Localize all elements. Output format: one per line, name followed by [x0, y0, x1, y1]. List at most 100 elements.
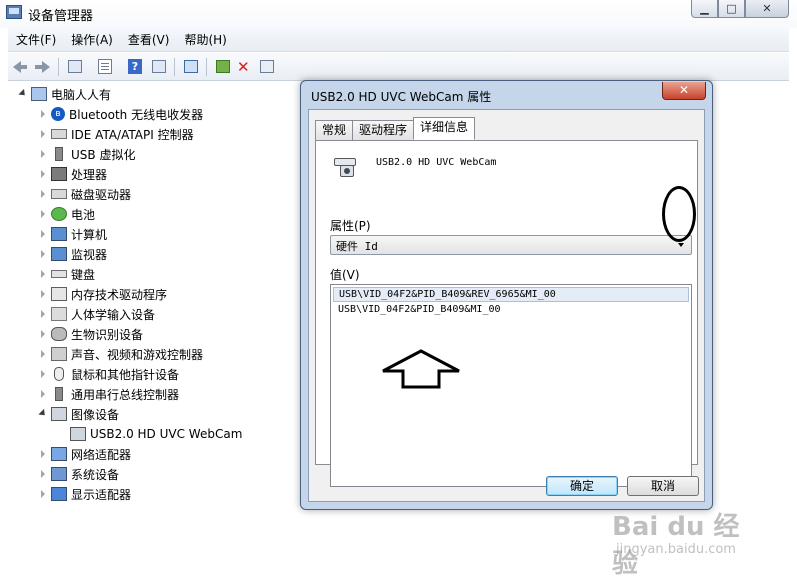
tree-item-label: 生物识别设备 [71, 327, 144, 342]
tree-item-bluetooth[interactable]: ʙ Bluetooth 无线电收发器 [38, 104, 203, 124]
value-label: 值(V) [330, 268, 360, 282]
device-name: USB2.0 HD UVC WebCam [376, 157, 497, 168]
back-arrow-icon[interactable] [12, 58, 30, 75]
tree-item-usb-virtualization[interactable]: USB 虚拟化 [38, 144, 135, 164]
computer-icon [51, 227, 67, 241]
tree-item-keyboard[interactable]: 键盘 [38, 264, 95, 284]
forward-arrow-icon[interactable] [34, 58, 52, 75]
webcam-icon [70, 427, 86, 441]
expand-icon[interactable] [38, 189, 48, 199]
expand-icon[interactable] [18, 89, 28, 99]
tree-item-network-adapter[interactable]: 网络适配器 [38, 444, 131, 464]
tree-item-webcam[interactable]: USB2.0 HD UVC WebCam [70, 424, 242, 444]
tree-item-usb-controller[interactable]: 通用串行总线控制器 [38, 384, 179, 404]
tree-item-monitor[interactable]: 监视器 [38, 244, 107, 264]
tree-item-label: USB 虚拟化 [71, 147, 136, 162]
usb-controller-icon [55, 387, 63, 401]
expand-icon[interactable] [38, 369, 48, 379]
tree-item-memory[interactable]: 内存技术驱动程序 [38, 284, 167, 304]
ok-button[interactable]: 确定 [546, 476, 618, 496]
usb-icon [55, 147, 63, 161]
tree-item-label: 键盘 [71, 267, 96, 282]
tree-item-system-device[interactable]: 系统设备 [38, 464, 119, 484]
menu-action[interactable]: 操作(A) [71, 31, 113, 48]
expand-icon[interactable] [38, 109, 48, 119]
tree-item-ide[interactable]: IDE ATA/ATAPI 控制器 [38, 124, 194, 144]
tree-item-biometric[interactable]: 生物识别设备 [38, 324, 143, 344]
toolbar-separator [206, 58, 207, 76]
menu-help[interactable]: 帮助(H) [184, 31, 226, 48]
tree-item-label: 通用串行总线控制器 [71, 387, 180, 402]
window-title: 设备管理器 [28, 9, 94, 24]
battery-icon [51, 207, 67, 221]
tree-item-display-adapter[interactable]: 显示适配器 [38, 484, 131, 504]
system-device-icon [51, 467, 67, 481]
menu-file[interactable]: 文件(F) [16, 31, 56, 48]
minimize-button[interactable]: ▁ [691, 0, 718, 18]
cancel-button[interactable]: 取消 [627, 476, 699, 496]
expand-icon[interactable] [38, 389, 48, 399]
tree-item-hid[interactable]: 人体学输入设备 [38, 304, 155, 324]
close-button[interactable]: ✕ [745, 0, 789, 18]
tab-details[interactable]: 详细信息 [413, 117, 476, 140]
properties-icon[interactable] [66, 58, 84, 75]
expand-icon[interactable] [38, 309, 48, 319]
tab-driver[interactable]: 驱动程序 [352, 120, 415, 140]
computer-icon [31, 87, 47, 101]
expand-icon[interactable] [38, 169, 48, 179]
value-list[interactable]: USB\VID_04F2&PID_B409&REV_6965&MI_00 USB… [330, 284, 692, 487]
property-dropdown[interactable]: 硬件 Id [330, 235, 692, 255]
expand-icon[interactable] [38, 249, 48, 259]
tree-item-label: Bluetooth 无线电收发器 [69, 107, 204, 122]
memory-icon [51, 287, 67, 301]
collapse-icon[interactable] [38, 409, 48, 419]
scan-hardware-icon[interactable] [182, 58, 200, 75]
menu-view[interactable]: 查看(V) [128, 31, 170, 48]
monitor-icon [51, 247, 67, 261]
dialog-close-button[interactable]: ✕ [662, 82, 706, 100]
tree-item-mouse[interactable]: 鼠标和其他指针设备 [38, 364, 179, 384]
tree-item-label: 处理器 [71, 167, 108, 182]
tab-general[interactable]: 常规 [315, 120, 354, 140]
tree-root[interactable]: 电脑人人有 [18, 84, 111, 104]
tree-item-disk-drive[interactable]: 磁盘驱动器 [38, 184, 131, 204]
update-driver-icon[interactable] [214, 58, 232, 75]
value-row[interactable]: USB\VID_04F2&PID_B409&MI_00 [333, 303, 689, 318]
expand-icon[interactable] [38, 289, 48, 299]
menubar: 文件(F) 操作(A) 查看(V) 帮助(H) [8, 28, 789, 52]
enable-icon[interactable] [258, 58, 276, 75]
network-adapter-icon [51, 447, 67, 461]
expand-icon[interactable] [38, 129, 48, 139]
dialog-titlebar[interactable]: USB2.0 HD UVC WebCam 属性 ✕ [301, 81, 712, 109]
value-row[interactable]: USB\VID_04F2&PID_B409&REV_6965&MI_00 [333, 287, 689, 302]
tree-item-computer[interactable]: 计算机 [38, 224, 107, 244]
tree-item-label: IDE ATA/ATAPI 控制器 [71, 127, 194, 142]
expand-icon[interactable] [38, 269, 48, 279]
help-icon[interactable]: ? [126, 58, 144, 75]
tree-item-processor[interactable]: 处理器 [38, 164, 107, 184]
expand-icon[interactable] [38, 349, 48, 359]
annotation-circle [662, 186, 696, 242]
tree-item-battery[interactable]: 电池 [38, 204, 95, 224]
grid-icon[interactable] [150, 58, 168, 75]
uninstall-icon[interactable]: ✕ [236, 58, 254, 76]
expand-icon[interactable] [38, 329, 48, 339]
tree-root-label: 电脑人人有 [51, 87, 112, 102]
maximize-button[interactable]: □ [718, 0, 745, 18]
tree-item-label: 人体学输入设备 [71, 307, 156, 322]
expand-icon[interactable] [38, 229, 48, 239]
tree-item-label: 电池 [71, 207, 96, 222]
bluetooth-icon: ʙ [51, 107, 65, 121]
expand-icon[interactable] [38, 209, 48, 219]
tree-item-sound[interactable]: 声音、视频和游戏控制器 [38, 344, 203, 364]
expand-icon[interactable] [38, 149, 48, 159]
disk-drive-icon [51, 189, 67, 199]
expand-icon[interactable] [38, 449, 48, 459]
watermark-url: jingyan.baidu.com [616, 542, 736, 557]
expand-icon[interactable] [38, 489, 48, 499]
window-controls: ▁ □ ✕ [691, 0, 789, 18]
expand-icon[interactable] [38, 469, 48, 479]
tree-item-imaging-device[interactable]: 图像设备 [38, 404, 119, 424]
baidu-watermark: Bai du 经验 jingyan.baidu.com [612, 506, 762, 579]
document-icon[interactable] [96, 58, 114, 75]
